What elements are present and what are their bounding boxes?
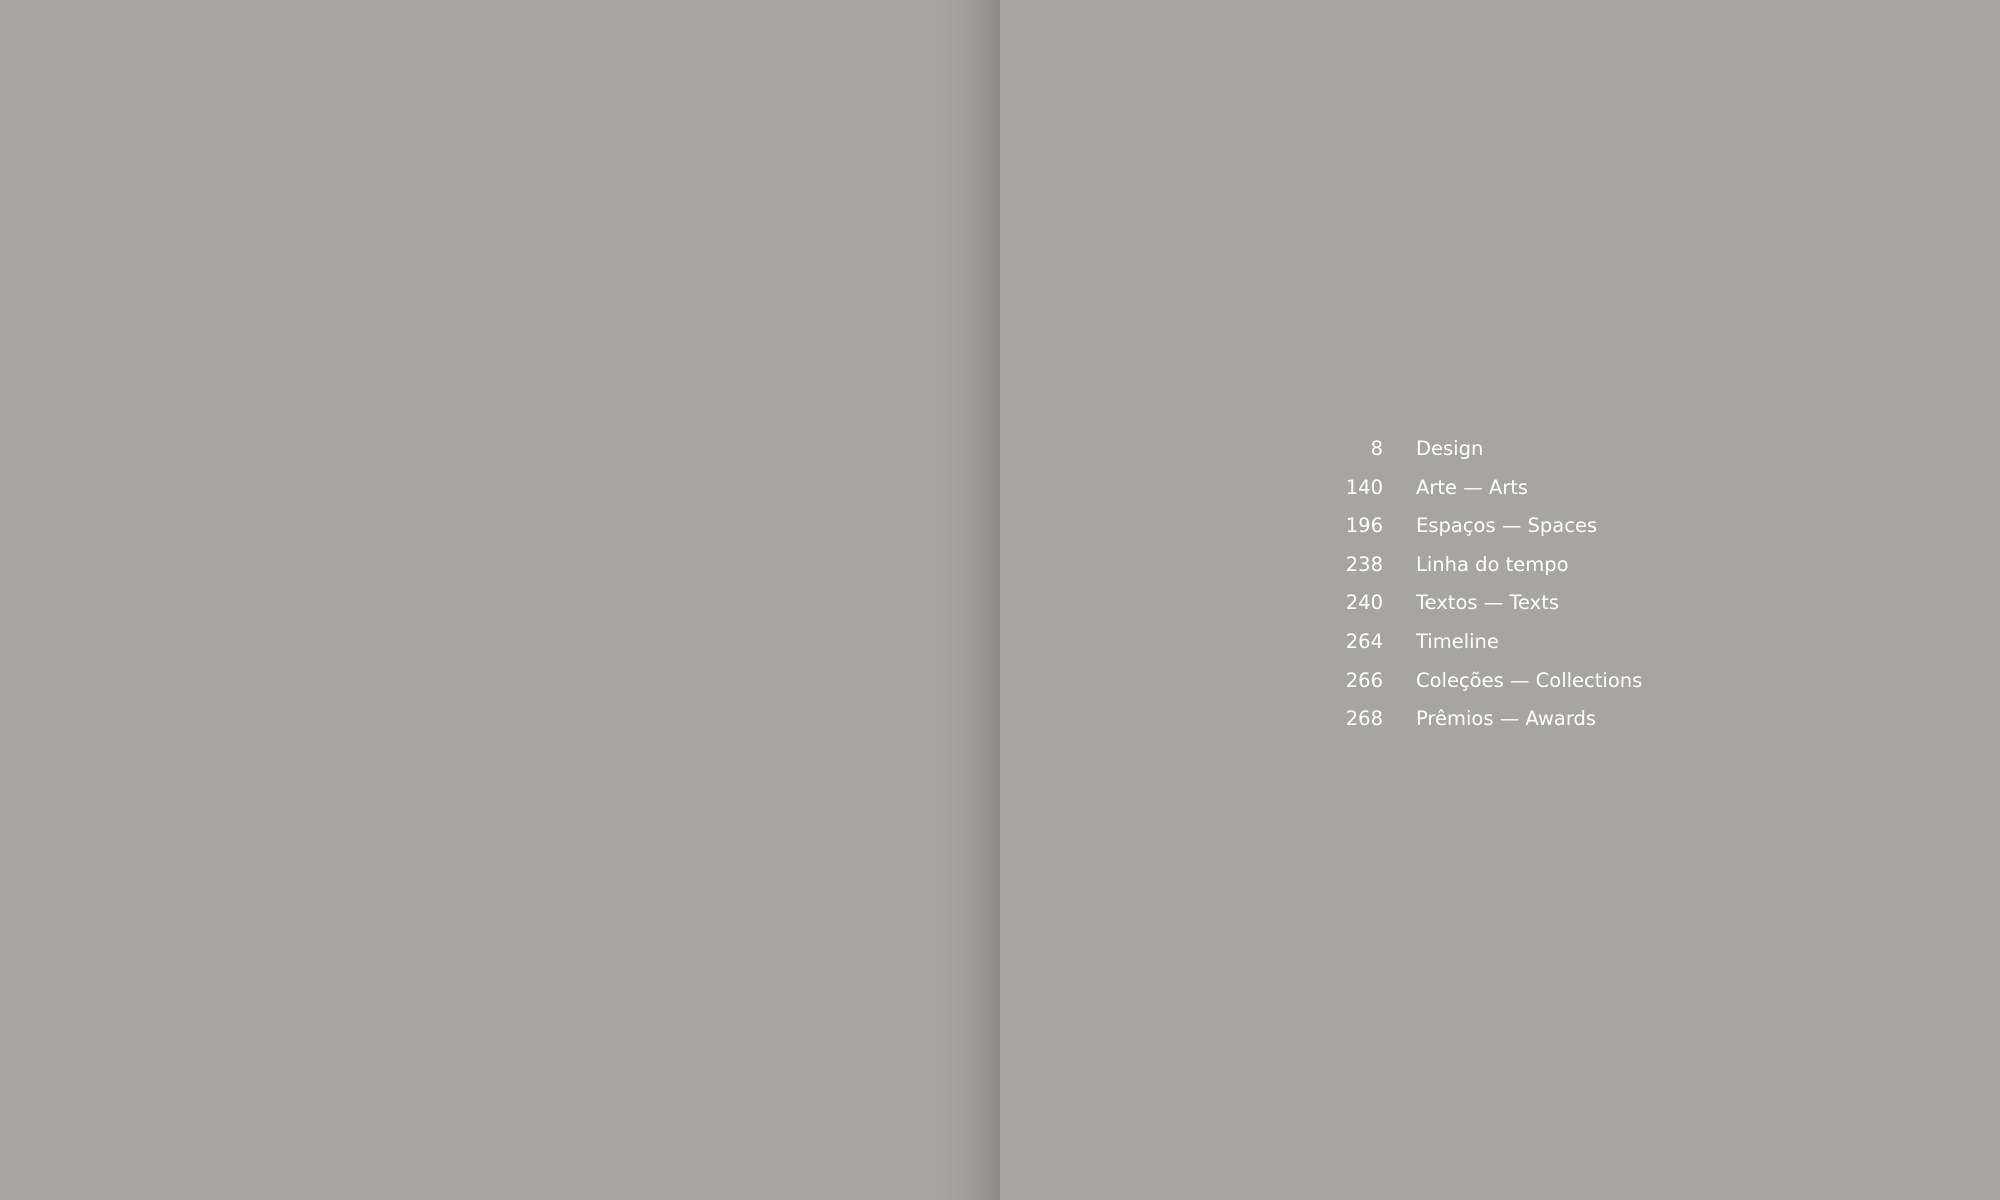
toc-title: Coleções — Collections [1416,668,1643,692]
toc-entry: 196 Espaços — Spaces [1280,507,1642,546]
toc-entry: 140 Arte — Arts [1280,469,1642,508]
toc-title: Linha do tempo [1416,552,1569,576]
toc-entry: 264 Timeline [1280,623,1642,662]
toc-title: Prêmios — Awards [1416,707,1597,731]
toc-page-number: 264 [1345,629,1383,653]
toc-title: Timeline [1416,629,1499,653]
toc-entry: 238 Linha do tempo [1280,546,1642,585]
toc-page-number: 268 [1345,707,1383,731]
toc-entry: 266 Coleções — Collections [1280,662,1643,701]
toc-page-number: 140 [1345,475,1383,499]
toc-page-number: 240 [1345,591,1383,615]
toc-title: Espaços — Spaces [1416,514,1598,538]
toc-page-number: 8 [1370,437,1383,460]
table-of-contents: 8 Design 140 Arte — Arts 196 Espaços — S… [1280,430,1643,739]
left-page [0,0,1000,1200]
toc-entry: 268 Prêmios — Awards [1280,700,1642,739]
toc-title: Arte — Arts [1416,475,1529,499]
toc-page-number: 266 [1345,668,1383,692]
book-spread: 8 Design 140 Arte — Arts 196 Espaços — S… [0,0,2000,1200]
toc-title: Design [1416,437,1484,460]
toc-entry: 8 Design [1280,430,1642,469]
toc-entry: 240 Textos — Texts [1280,584,1642,623]
toc-page-number: 196 [1345,514,1383,538]
toc-page-number: 238 [1345,552,1383,576]
toc-title: Textos — Texts [1416,591,1560,615]
